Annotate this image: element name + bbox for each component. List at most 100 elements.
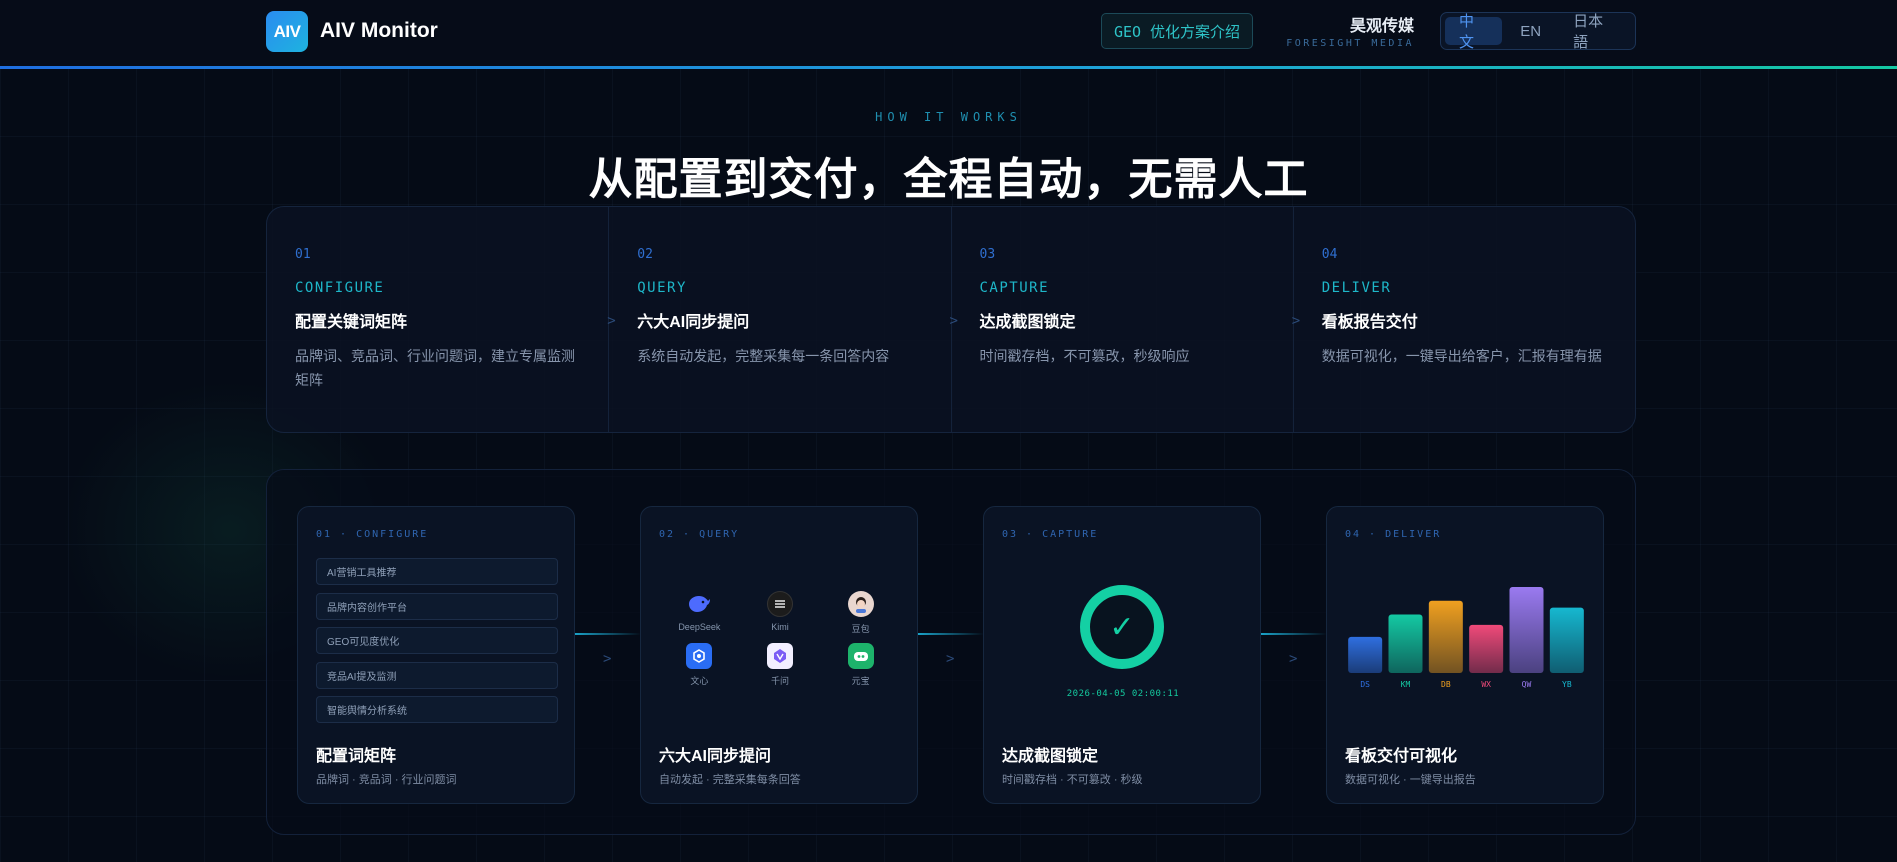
dashboard-bar-chart: DS KM DB WX QW YB bbox=[1348, 587, 1584, 689]
doubao-avatar-icon bbox=[847, 591, 874, 617]
card-deliver: 04 · DELIVER DS KM DB WX QW YB 看板交付可视化 数据可视化 … bbox=[1326, 506, 1604, 804]
section-eyebrow: HOW IT WORKS bbox=[875, 110, 1022, 124]
step-title: 看板报告交付 bbox=[1321, 314, 1418, 331]
step-description: 时间戳存档，不可篡改，秒级响应 bbox=[979, 348, 1190, 364]
card-tag: 01 · CONFIGURE bbox=[316, 529, 429, 540]
app-name[interactable]: AIV Monitor bbox=[320, 19, 438, 43]
top-navbar: AIV AIV Monitor GEO 优化方案介绍 昊观传媒 FORESIGH… bbox=[0, 0, 1897, 67]
ai-platform-label: Kimi bbox=[771, 622, 789, 632]
deepseek-whale-icon bbox=[686, 591, 712, 617]
step-description: 数据可视化，一键导出给客户，汇报有理有据 bbox=[1321, 348, 1602, 364]
ai-platform-kimi: Kimi bbox=[740, 591, 821, 635]
keyword-item: 智能舆情分析系统 bbox=[316, 696, 558, 723]
step-query: > 02 QUERY 六大AI同步提问 系统自动发起，完整采集每一条回答内容 bbox=[607, 207, 952, 432]
step-key: CONFIGURE bbox=[295, 280, 385, 296]
keyword-list: AI营销工具推荐 品牌内容创作平台 GEO可见度优化 竞品AI提及监测 智能舆情… bbox=[316, 558, 558, 731]
ai-platform-yuanbao: 元宝 bbox=[820, 643, 901, 687]
flow-connector bbox=[575, 633, 641, 635]
card-configure: 01 · CONFIGURE AI营销工具推荐 品牌内容创作平台 GEO可见度优… bbox=[297, 506, 575, 804]
keyword-item: AI营销工具推荐 bbox=[316, 558, 558, 585]
ai-platform-qianwen: 千问 bbox=[740, 643, 821, 687]
step-number: 02 bbox=[637, 247, 653, 262]
bar-yb bbox=[1549, 607, 1584, 673]
step-number: 03 bbox=[979, 247, 996, 262]
keyword-item: 品牌内容创作平台 bbox=[316, 592, 558, 620]
geo-plan-button[interactable]: GEO 优化方案介绍 bbox=[1101, 13, 1253, 49]
lang-button-en[interactable]: EN bbox=[1506, 17, 1555, 45]
bar-label-ds: DS bbox=[1360, 680, 1370, 689]
lang-button-ja[interactable]: 日本語 bbox=[1559, 13, 1631, 51]
step-configure: 01 CONFIGURE 配置关键词矩阵 品牌词、竞品词、行业问题词，建立专属监… bbox=[267, 207, 610, 432]
step-key: CAPTURE bbox=[979, 280, 1050, 296]
card-title: 配置词矩阵 bbox=[316, 748, 397, 765]
chevron-right-icon: > bbox=[607, 313, 616, 329]
bar-ds bbox=[1348, 636, 1383, 673]
capture-timestamp: 2026-04-05 02:00:11 bbox=[1066, 689, 1180, 699]
bar-km bbox=[1388, 614, 1423, 673]
yuanbao-icon bbox=[847, 643, 874, 669]
step-number: 04 bbox=[1321, 247, 1338, 262]
ai-platform-doubao: 豆包 bbox=[820, 591, 901, 635]
step-deliver: > 04 DELIVER 看板报告交付 数据可视化，一键导出给客户，汇报有理有据 bbox=[1291, 207, 1635, 432]
workflow-visual-panel: 01 · CONFIGURE AI营销工具推荐 品牌内容创作平台 GEO可见度优… bbox=[266, 469, 1636, 835]
flow-connector bbox=[918, 633, 984, 635]
brand-name-cn: 昊观传媒 bbox=[1349, 18, 1414, 35]
card-title: 看板交付可视化 bbox=[1345, 748, 1458, 765]
ai-platform-label: 文心 bbox=[690, 676, 709, 686]
ai-platform-grid: DeepSeek Kimi 豆包 文心 千问 元宝 bbox=[659, 591, 901, 687]
ai-platform-label: 千问 bbox=[770, 676, 789, 686]
steps-strip: 01 CONFIGURE 配置关键词矩阵 品牌词、竞品词、行业问题词，建立专属监… bbox=[266, 206, 1636, 433]
card-tag: 03 · CAPTURE bbox=[1002, 529, 1099, 540]
keyword-item: 竞品AI提及监测 bbox=[316, 661, 558, 689]
step-description: 系统自动发起，完整采集每一条回答内容 bbox=[637, 348, 890, 364]
bar-qw bbox=[1509, 587, 1544, 673]
brand-name-en: FORESIGHT MEDIA bbox=[1286, 38, 1414, 49]
ai-platform-label: DeepSeek bbox=[678, 622, 721, 632]
kimi-icon bbox=[766, 591, 793, 617]
bar-label-qw: QW bbox=[1522, 680, 1532, 689]
chevron-right-icon: > bbox=[946, 651, 955, 667]
ai-platform-wenxin: 文心 bbox=[659, 643, 740, 687]
step-capture: > 03 CAPTURE 达成截图锁定 时间戳存档，不可篡改，秒级响应 bbox=[949, 207, 1294, 432]
bar-wx bbox=[1469, 624, 1504, 673]
card-subtitle: 时间戳存档 · 不可篡改 · 秒级 bbox=[1002, 774, 1143, 786]
bar-db bbox=[1428, 600, 1463, 673]
card-tag: 04 · DELIVER bbox=[1345, 529, 1442, 540]
logo-icon[interactable]: AIV bbox=[266, 11, 308, 52]
section-title: 从配置到交付，全程自动，无需人工 bbox=[588, 155, 1309, 204]
card-subtitle: 数据可视化 · 一键导出报告 bbox=[1345, 774, 1476, 786]
chevron-right-icon: > bbox=[1289, 651, 1298, 667]
check-circle-icon: ✓ bbox=[1080, 585, 1164, 669]
wenxin-icon bbox=[686, 643, 713, 669]
step-key: DELIVER bbox=[1321, 280, 1392, 296]
card-query: 02 · QUERY DeepSeek Kimi 豆包 文心 千问 元宝 六大A… bbox=[640, 506, 918, 804]
ai-platform-deepseek: DeepSeek bbox=[659, 591, 740, 635]
card-capture: 03 · CAPTURE ✓ 2026-04-05 02:00:11 达成截图锁… bbox=[983, 506, 1261, 804]
chevron-right-icon: > bbox=[949, 313, 958, 329]
keyword-item: GEO可见度优化 bbox=[316, 627, 558, 654]
bar-label-wx: WX bbox=[1481, 680, 1491, 689]
ai-platform-label: 豆包 bbox=[851, 624, 870, 634]
chevron-right-icon: > bbox=[603, 651, 612, 667]
ai-platform-label: 元宝 bbox=[851, 676, 870, 686]
card-subtitle: 自动发起 · 完整采集每条回答 bbox=[659, 774, 801, 786]
step-description: 品牌词、竞品词、行业问题词，建立专属监测矩阵 bbox=[295, 348, 575, 388]
header-gradient-line bbox=[0, 66, 1897, 69]
language-switcher: 中文 EN 日本語 bbox=[1440, 12, 1636, 51]
flow-connector bbox=[1261, 633, 1327, 635]
lang-button-zh[interactable]: 中文 bbox=[1445, 13, 1503, 51]
chevron-right-icon: > bbox=[1291, 313, 1301, 329]
card-title: 达成截图锁定 bbox=[1002, 748, 1099, 765]
step-key: QUERY bbox=[637, 280, 687, 296]
card-tag: 02 · QUERY bbox=[659, 529, 740, 540]
step-title: 配置关键词矩阵 bbox=[295, 314, 408, 331]
step-title: 六大AI同步提问 bbox=[637, 314, 750, 331]
step-title: 达成截图锁定 bbox=[979, 314, 1076, 331]
bar-label-yb: YB bbox=[1562, 680, 1572, 689]
step-number: 01 bbox=[295, 247, 311, 262]
card-subtitle: 品牌词 · 竞品词 · 行业问题词 bbox=[316, 774, 457, 786]
bar-label-km: KM bbox=[1401, 680, 1411, 689]
card-title: 六大AI同步提问 bbox=[659, 748, 772, 765]
qianwen-icon bbox=[766, 643, 793, 669]
bar-label-db: DB bbox=[1441, 680, 1451, 689]
